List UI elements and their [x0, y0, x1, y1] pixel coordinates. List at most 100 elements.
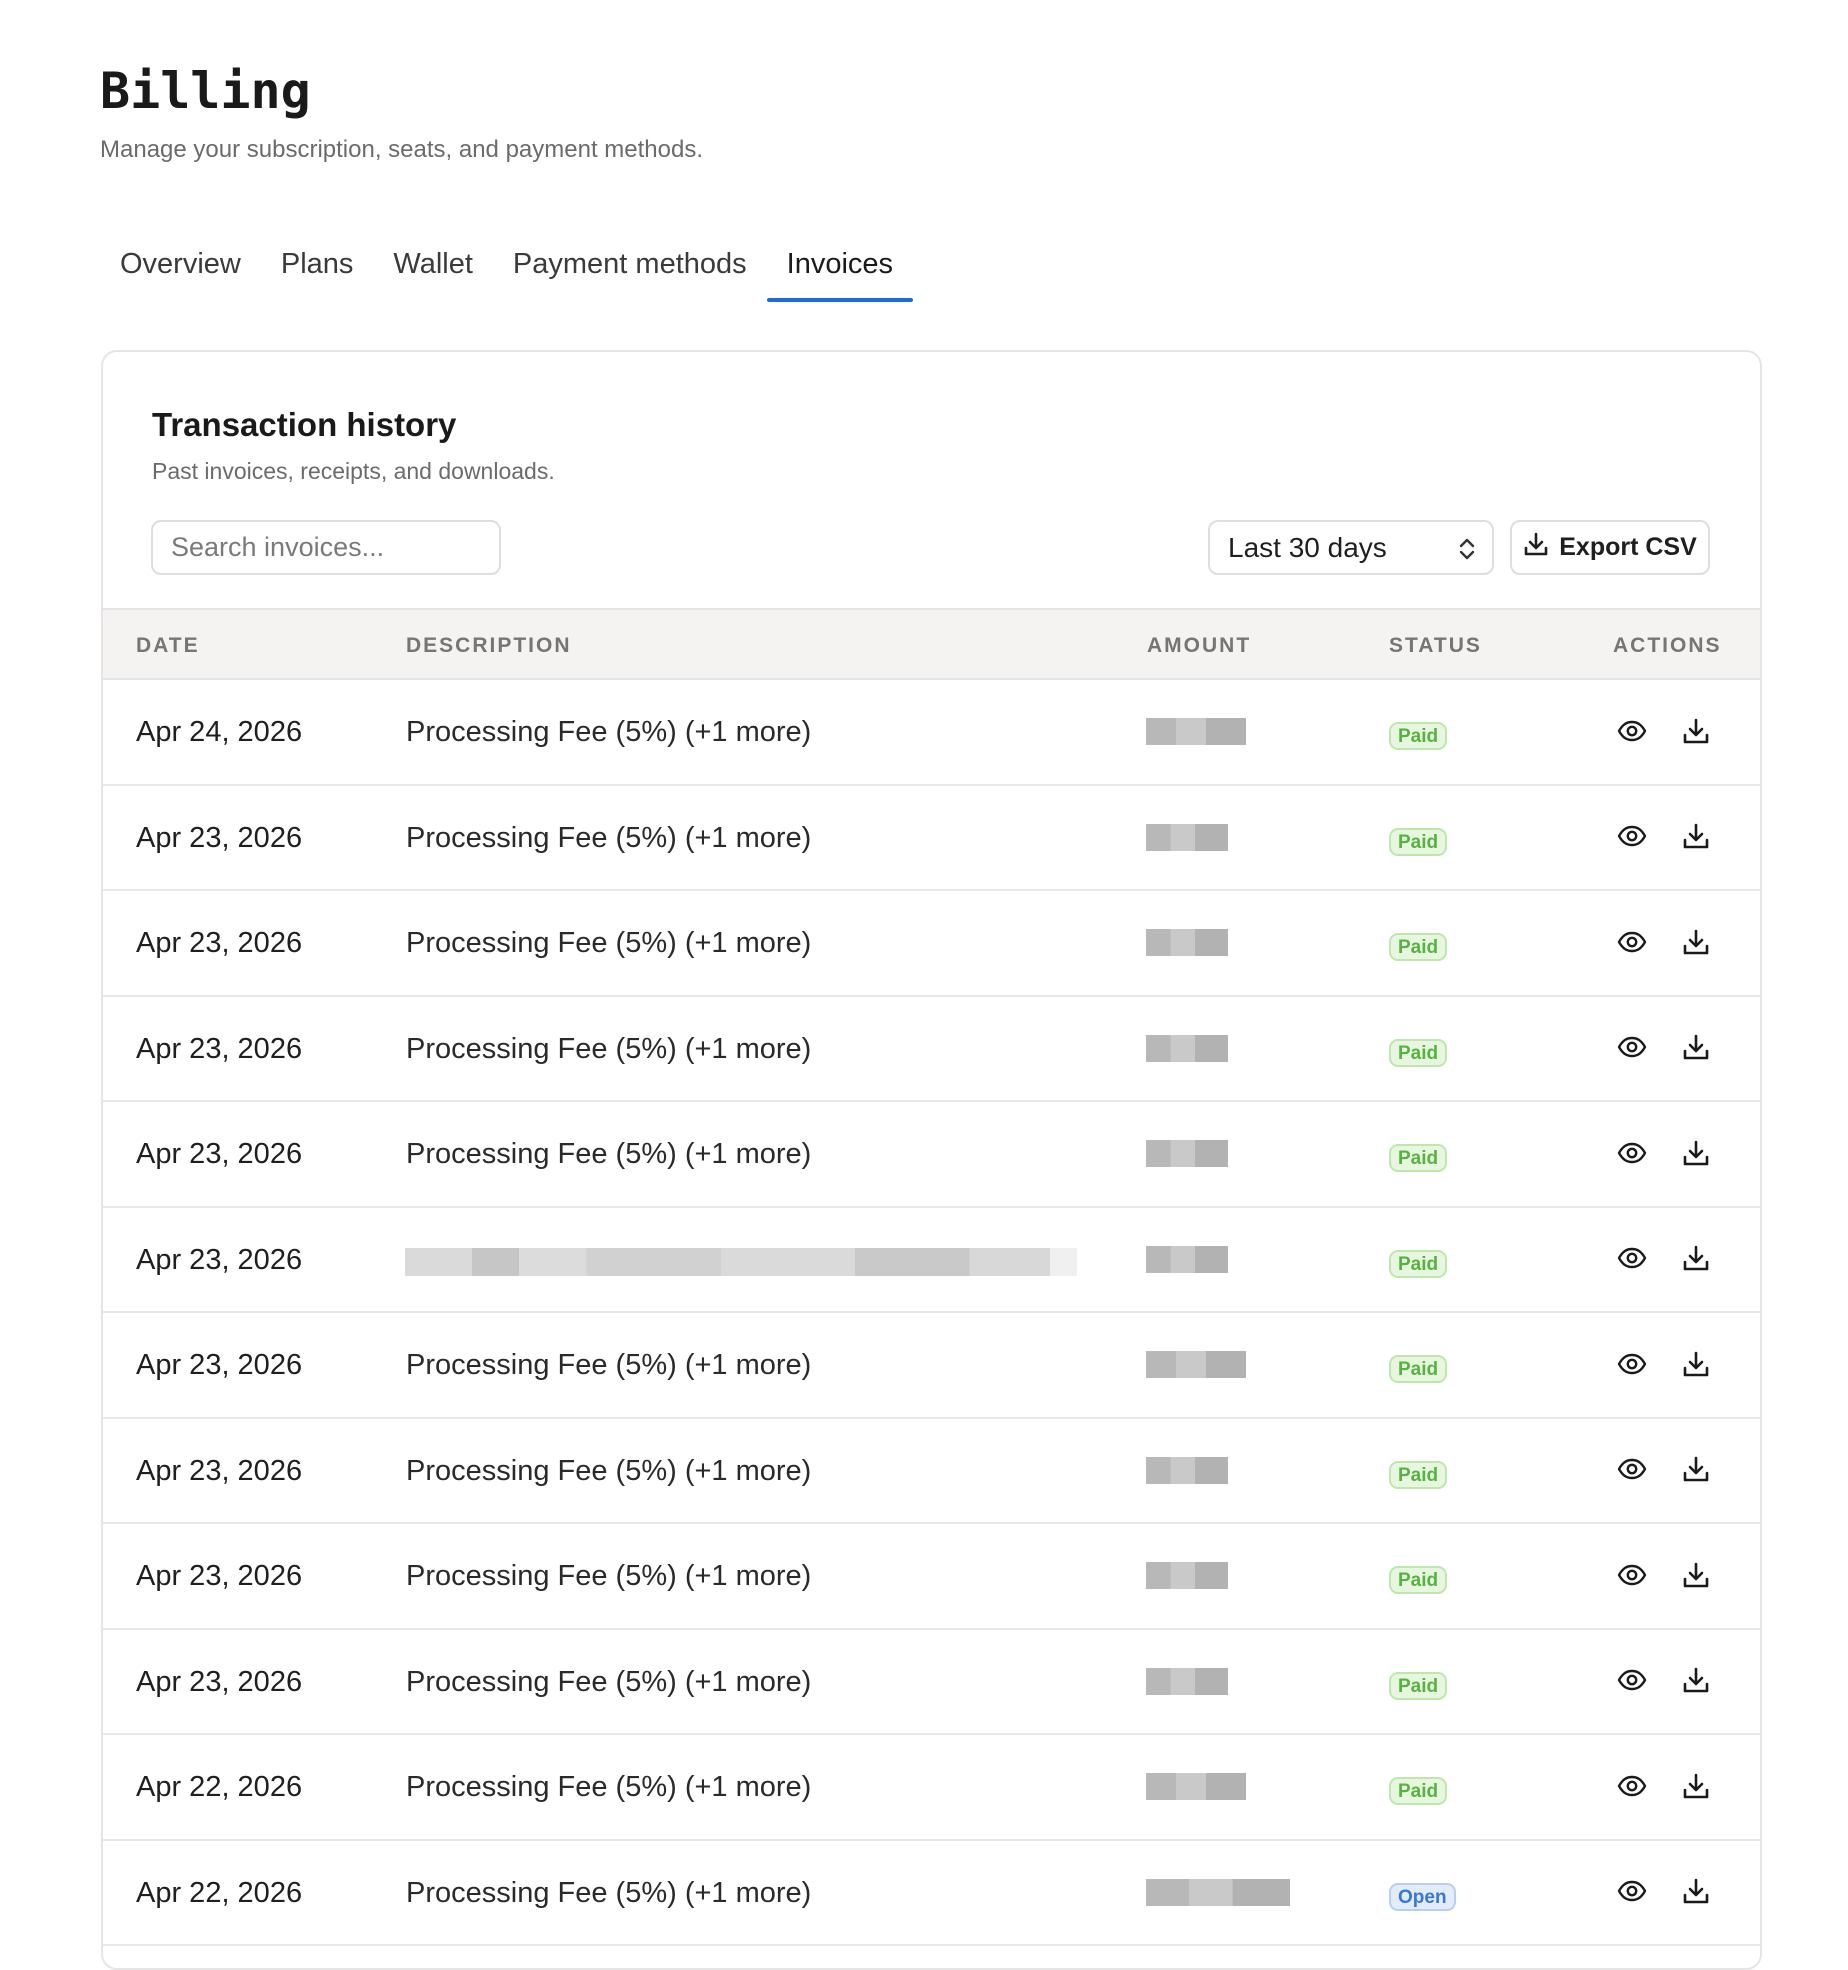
- cell-description: Processing Fee (5%) (+1 more): [406, 1454, 812, 1487]
- eye-icon: [1616, 1770, 1648, 1807]
- download-icon: [1681, 1138, 1711, 1173]
- cell-date: Apr 22, 2026: [136, 1876, 303, 1909]
- download-button[interactable]: [1679, 1033, 1713, 1067]
- status-badge: Paid: [1389, 722, 1448, 750]
- billing-page: Billing Manage your subscription, seats,…: [0, 0, 1848, 1970]
- cell-date: Apr 23, 2026: [136, 1138, 303, 1170]
- download-icon: [1681, 1032, 1711, 1067]
- view-button[interactable]: [1615, 716, 1649, 750]
- card-title: Transaction history: [152, 406, 457, 443]
- column-header-description: DESCRIPTION: [406, 634, 572, 657]
- view-button[interactable]: [1615, 1349, 1649, 1383]
- view-button[interactable]: [1615, 1666, 1649, 1700]
- status-badge: Paid: [1389, 1460, 1448, 1489]
- cell-description: Processing Fee (5%) (+1 more): [406, 1349, 812, 1381]
- download-button[interactable]: [1679, 1455, 1713, 1489]
- tab-wallet[interactable]: Wallet: [373, 236, 493, 290]
- cell-date: Apr 23, 2026: [136, 821, 303, 854]
- status-badge: Paid: [1389, 933, 1448, 961]
- view-button[interactable]: [1615, 927, 1649, 961]
- cell-description: Processing Fee (5%) (+1 more): [406, 1665, 812, 1698]
- table-row: Apr 23, 2026 Processing Fee (5%) (+1 mor…: [103, 1313, 1760, 1419]
- download-button[interactable]: [1679, 1560, 1713, 1594]
- amount-redacted: [1146, 1245, 1228, 1273]
- transaction-history-card: Transaction history Past invoices, recei…: [101, 350, 1762, 1970]
- eye-icon: [1616, 715, 1648, 752]
- cell-date: Apr 23, 2026: [136, 1454, 303, 1487]
- download-button[interactable]: [1679, 822, 1713, 856]
- eye-icon: [1616, 1875, 1648, 1912]
- column-header-date: DATE: [136, 634, 200, 657]
- cell-description: Processing Fee (5%) (+1 more): [406, 716, 812, 748]
- eye-icon: [1616, 1559, 1648, 1596]
- cell-description: Processing Fee (5%) (+1 more): [406, 927, 812, 959]
- card-subtitle: Past invoices, receipts, and downloads.: [152, 458, 555, 484]
- eye-icon: [1616, 1137, 1648, 1174]
- search-input[interactable]: [151, 520, 501, 575]
- view-button[interactable]: [1615, 1560, 1649, 1594]
- view-button[interactable]: [1615, 1877, 1649, 1911]
- table-row: Apr 23, 2026 Paid: [103, 1208, 1760, 1313]
- table-row: Apr 23, 2026 Processing Fee (5%) (+1 mor…: [103, 786, 1760, 891]
- amount-redacted: [1146, 1562, 1228, 1589]
- amount-redacted: [1146, 929, 1228, 956]
- cell-date: Apr 23, 2026: [136, 1560, 303, 1592]
- status-badge: Paid: [1389, 1038, 1448, 1067]
- table-row: Apr 23, 2026 Processing Fee (5%) (+1 mor…: [103, 1524, 1760, 1630]
- download-button[interactable]: [1679, 1349, 1713, 1383]
- download-button[interactable]: [1679, 927, 1713, 961]
- table-row: Apr 23, 2026 Processing Fee (5%) (+1 mor…: [103, 1630, 1760, 1735]
- download-button[interactable]: [1679, 716, 1713, 750]
- eye-icon: [1616, 1664, 1648, 1701]
- download-icon: [1681, 1665, 1711, 1700]
- page-subtitle: Manage your subscription, seats, and pay…: [100, 136, 703, 163]
- cell-date: Apr 22, 2026: [136, 1771, 303, 1803]
- download-button[interactable]: [1679, 1138, 1713, 1172]
- tab-plans[interactable]: Plans: [261, 236, 374, 290]
- download-button[interactable]: [1679, 1666, 1713, 1700]
- cell-description: Processing Fee (5%) (+1 more): [406, 1138, 812, 1170]
- tab-invoices[interactable]: Invoices: [766, 236, 914, 302]
- table-row: Apr 22, 2026 Processing Fee (5%) (+1 mor…: [103, 1735, 1760, 1841]
- download-button[interactable]: [1679, 1244, 1713, 1278]
- status-badge: Paid: [1389, 827, 1448, 856]
- download-button[interactable]: [1679, 1877, 1713, 1911]
- table-row: Apr 23, 2026 Processing Fee (5%) (+1 mor…: [103, 997, 1760, 1102]
- view-button[interactable]: [1615, 1771, 1649, 1805]
- column-header-amount: AMOUNT: [1147, 634, 1252, 657]
- download-icon: [1681, 927, 1711, 962]
- tab-overview[interactable]: Overview: [100, 236, 261, 290]
- amount-redacted: [1146, 1140, 1228, 1167]
- cell-description: Processing Fee (5%) (+1 more): [406, 821, 812, 854]
- view-button[interactable]: [1615, 1244, 1649, 1278]
- download-icon: [1681, 1349, 1711, 1384]
- eye-icon: [1616, 1348, 1648, 1385]
- view-button[interactable]: [1615, 1455, 1649, 1489]
- export-csv-button[interactable]: Export CSV: [1510, 520, 1710, 575]
- cell-date: Apr 23, 2026: [136, 927, 303, 959]
- date-range-select[interactable]: Last 30 days: [1208, 520, 1494, 575]
- cell-date: Apr 24, 2026: [136, 716, 303, 748]
- amount-redacted: [1146, 1878, 1290, 1906]
- view-button[interactable]: [1615, 822, 1649, 856]
- status-badge: Paid: [1389, 1144, 1448, 1172]
- tab-payment-methods[interactable]: Payment methods: [493, 236, 767, 290]
- amount-redacted: [1146, 823, 1228, 851]
- view-button[interactable]: [1615, 1033, 1649, 1067]
- column-header-actions: ACTIONS: [1613, 634, 1722, 657]
- cell-description: Processing Fee (5%) (+1 more): [406, 1771, 812, 1803]
- export-csv-label: Export CSV: [1559, 533, 1697, 561]
- table-header: DATE DESCRIPTION AMOUNT STATUS ACTIONS: [103, 608, 1760, 680]
- download-icon: [1681, 1454, 1711, 1489]
- download-icon: [1681, 1876, 1711, 1911]
- amount-redacted: [1146, 1667, 1228, 1695]
- view-button[interactable]: [1615, 1138, 1649, 1172]
- download-button[interactable]: [1679, 1771, 1713, 1805]
- table-row: Apr 23, 2026 Processing Fee (5%) (+1 mor…: [103, 891, 1760, 997]
- download-icon: [1681, 1771, 1711, 1806]
- table-row: Apr 22, 2026 Processing Fee (5%) (+1 mor…: [103, 1841, 1760, 1946]
- table-row: Apr 24, 2026 Processing Fee (5%) (+1 mor…: [103, 680, 1760, 786]
- status-badge: Paid: [1389, 1671, 1448, 1700]
- eye-icon: [1616, 926, 1648, 963]
- column-header-status: STATUS: [1389, 634, 1482, 657]
